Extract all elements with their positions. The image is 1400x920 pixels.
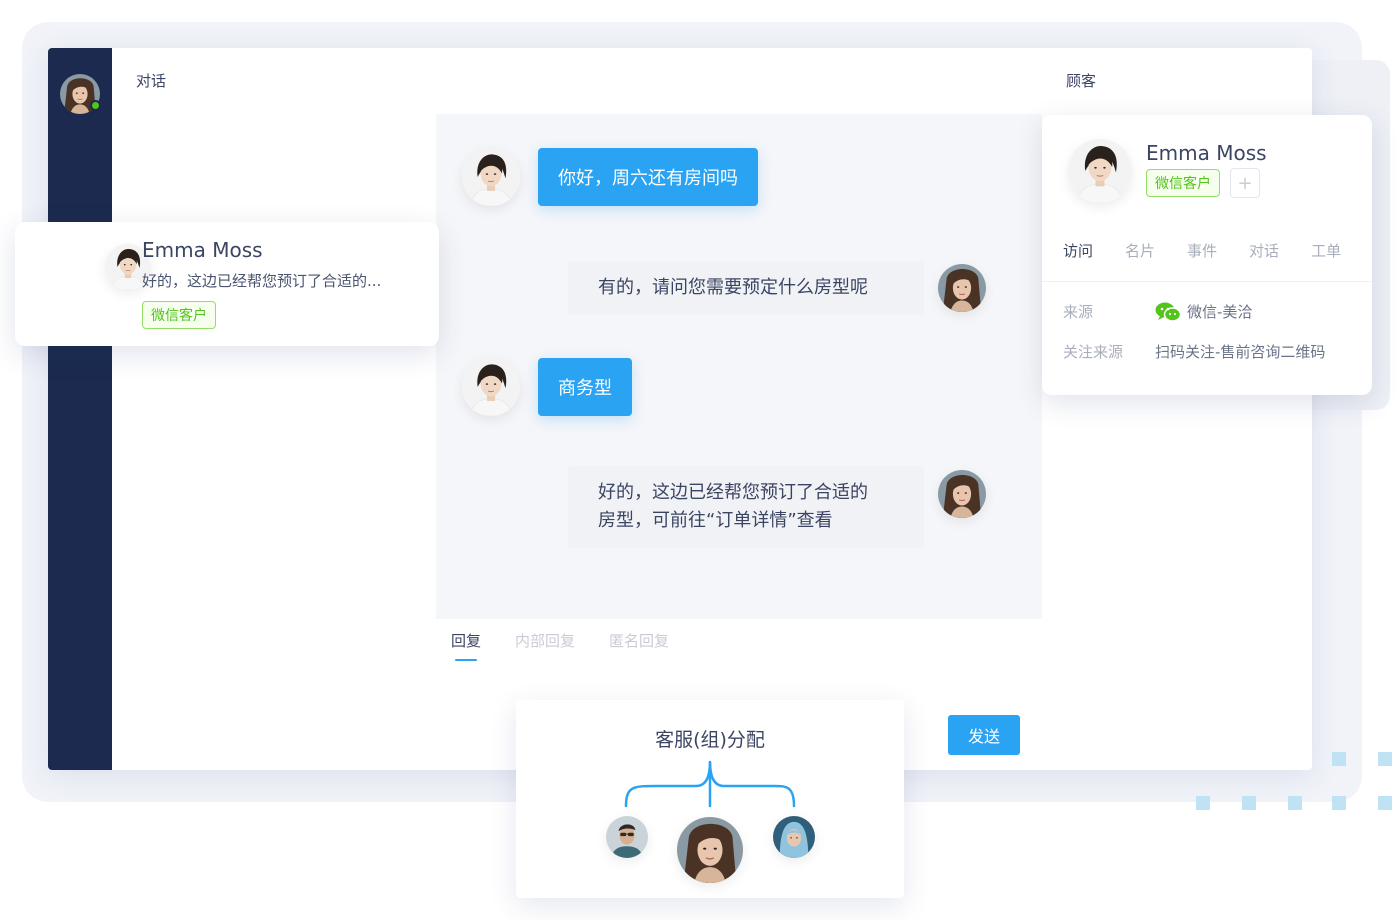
agent-avatar[interactable] [773, 816, 815, 858]
decor-dot [1378, 796, 1392, 810]
conversation-list-item[interactable]: Emma Moss 好的，这边已经帮您预订了合适的... 微信客户 [15, 222, 439, 346]
agent-group-assignment-card: 客服(组)分配 [516, 700, 904, 898]
divider [1042, 281, 1372, 282]
sidebar [48, 48, 112, 770]
message-bubble-agent: 好的，这边已经帮您预订了合适的 房型，可前往“订单详情”查看 [568, 466, 924, 548]
info-row-follow-source: 关注来源 扫码关注-售前咨询二维码 [1063, 341, 1325, 362]
source-value: 微信-美洽 [1187, 303, 1253, 321]
tab-reply[interactable]: 回复 [451, 630, 481, 661]
decor-dot [1242, 796, 1256, 810]
info-label: 关注来源 [1063, 343, 1124, 361]
message-row: 好的，这边已经帮您预订了合适的 房型，可前往“订单详情”查看 [568, 466, 986, 548]
online-status-dot [90, 100, 101, 111]
send-button[interactable]: 发送 [948, 715, 1020, 755]
agent-avatar[interactable] [606, 816, 648, 858]
wechat-customer-tag: 微信客户 [142, 301, 216, 329]
wechat-customer-tag: 微信客户 [1146, 169, 1220, 197]
my-avatar[interactable] [60, 74, 101, 114]
message-row: 你好，周六还有房间吗 [462, 148, 758, 206]
message-row: 商务型 [462, 358, 632, 416]
message-bubble-customer: 商务型 [538, 358, 632, 416]
reply-tabs: 回复 内部回复 匿名回复 [451, 630, 669, 661]
message-row: 有的，请问您需要预定什么房型呢 [568, 261, 986, 315]
agent-avatar [938, 470, 986, 518]
tab-internal-reply[interactable]: 内部回复 [515, 630, 575, 661]
customer-info-card: Emma Moss 微信客户 + 访问 名片 事件 对话 工单 来源 微信-美洽… [1042, 115, 1372, 395]
tab-tickets[interactable]: 工单 [1311, 240, 1341, 261]
customer-header: 顾客 [1066, 72, 1097, 90]
message-bubble-agent: 有的，请问您需要预定什么房型呢 [568, 261, 924, 315]
customer-tabs: 访问 名片 事件 对话 工单 [1063, 240, 1341, 261]
agent-avatar[interactable] [677, 817, 743, 883]
decorative-dots [1196, 752, 1396, 816]
agent-avatar [938, 264, 986, 312]
tab-anonymous-reply[interactable]: 匿名回复 [609, 630, 669, 661]
decor-dot [1288, 796, 1302, 810]
tab-events[interactable]: 事件 [1187, 240, 1217, 261]
conversation-customer-name: Emma Moss [142, 238, 263, 262]
decor-dot [1378, 752, 1392, 766]
tab-business-card[interactable]: 名片 [1125, 240, 1155, 261]
info-row-source: 来源 微信-美洽 [1063, 301, 1252, 322]
conversation-header: 对话 [136, 72, 167, 90]
message-line: 房型，可前往“订单详情”查看 [598, 510, 833, 531]
conversation-preview: 好的，这边已经帮您预订了合适的... [142, 272, 382, 290]
decor-dot [1196, 796, 1210, 810]
wechat-icon [1155, 302, 1181, 322]
info-label: 来源 [1063, 303, 1094, 321]
assignment-connector [624, 760, 796, 808]
info-value: 扫码关注-售前咨询二维码 [1155, 343, 1326, 361]
add-tag-button[interactable]: + [1230, 168, 1260, 198]
message-bubble-customer: 你好，周六还有房间吗 [538, 148, 758, 206]
tab-conversations[interactable]: 对话 [1249, 240, 1279, 261]
customer-avatar [462, 148, 520, 206]
decor-dot [1332, 796, 1346, 810]
message-line: 好的，这边已经帮您预订了合适的 [598, 482, 868, 503]
customer-avatar [462, 358, 520, 416]
decor-dot [1332, 752, 1346, 766]
info-value: 微信-美洽 [1155, 301, 1252, 322]
tab-visit[interactable]: 访问 [1063, 240, 1093, 261]
customer-name: Emma Moss [1146, 141, 1267, 165]
customer-avatar [1068, 139, 1132, 203]
assignment-title: 客服(组)分配 [655, 729, 765, 751]
